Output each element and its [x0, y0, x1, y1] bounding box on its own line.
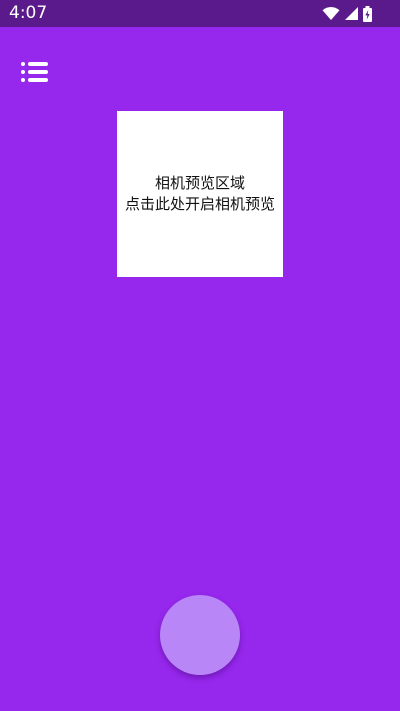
status-icons — [322, 5, 372, 22]
signal-icon — [345, 7, 358, 20]
camera-preview-area[interactable]: 相机预览区域 点击此处开启相机预览 — [117, 111, 283, 277]
preview-hint: 点击此处开启相机预览 — [124, 195, 275, 213]
app-screen: 4:07 相机预览区域 点击此处开启相机预览 — [0, 0, 400, 711]
status-time: 4:07 — [9, 3, 48, 23]
battery-charging-icon — [363, 5, 372, 22]
list-menu-icon — [21, 62, 48, 82]
preview-title: 相机预览区域 — [154, 174, 245, 192]
shutter-button[interactable] — [160, 595, 240, 675]
wifi-icon — [322, 7, 340, 20]
menu-button[interactable] — [18, 58, 52, 88]
status-bar: 4:07 — [0, 0, 400, 27]
